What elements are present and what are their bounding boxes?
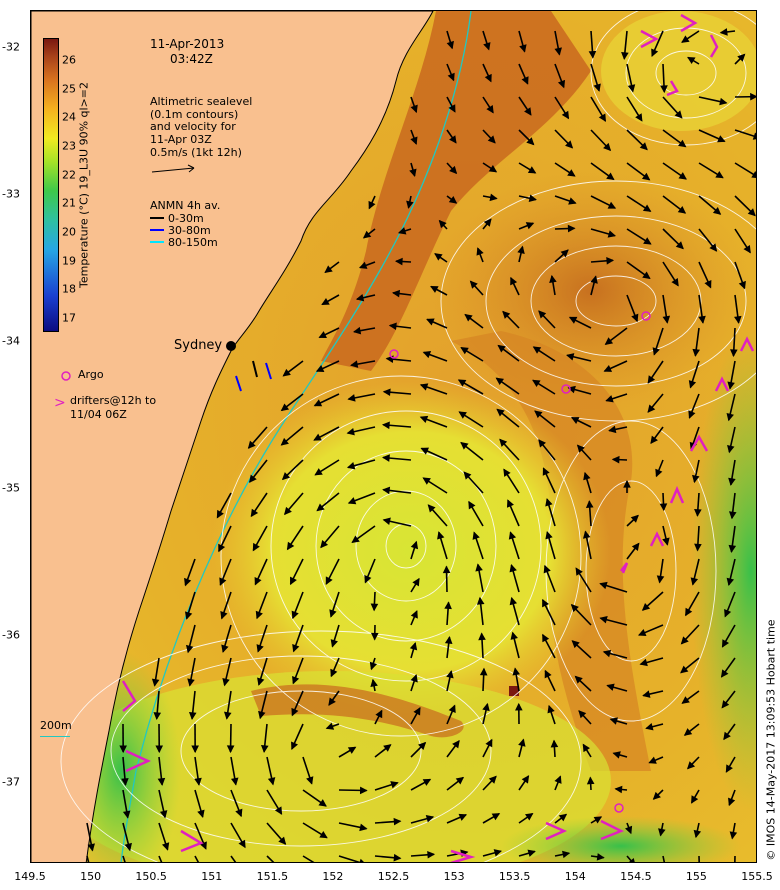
x-tick-label: 151 xyxy=(201,870,223,883)
x-tick-label: 150 xyxy=(80,870,102,883)
x-tick-label: 153 xyxy=(443,870,465,883)
colorbar-tick-label: 25 xyxy=(62,82,76,96)
drifter-legend-icon: > xyxy=(54,395,66,411)
map-date: 11-Apr-2013 xyxy=(150,37,225,51)
anmn-item-shallow: 0-30m xyxy=(150,212,218,225)
colorbar-tick-label: 22 xyxy=(62,168,76,182)
anmn-legend: 0-30m 30-80m 80-150m xyxy=(150,212,218,249)
map-canvas xyxy=(31,11,756,862)
x-tick-label: 149.5 xyxy=(14,870,46,883)
place-label-sydney: Sydney xyxy=(174,338,223,353)
y-tick-label: -33 xyxy=(2,187,20,201)
colorbar-tick-label: 23 xyxy=(62,139,76,153)
colorbar-tick-label: 20 xyxy=(62,225,76,239)
x-tick-label: 155.5 xyxy=(741,870,773,883)
info-block: Altimetric sealevel (0.1m contours) and … xyxy=(150,95,253,159)
map-time: 03:42Z xyxy=(170,52,213,66)
info-line-4: 11-Apr 03Z xyxy=(150,132,212,146)
x-tick-label: 151.5 xyxy=(256,870,289,883)
arrow-black-icon xyxy=(150,217,164,219)
hot-pixel xyxy=(509,686,519,696)
isobath-label: 200m xyxy=(40,719,72,732)
colorbar-tick-label: 24 xyxy=(62,110,76,124)
isobath-legend-line xyxy=(40,736,70,737)
anmn-item-mid: 30-80m xyxy=(150,224,218,237)
info-line-1: Altimetric sealevel xyxy=(150,95,253,108)
y-tick-label: -34 xyxy=(2,334,20,348)
anmn-item-deep: 80-150m xyxy=(150,235,218,249)
y-tick-label: -37 xyxy=(2,775,20,789)
credit-label: © IMOS 14-May-2017 13:09:53 Hobart time xyxy=(764,619,778,861)
argo-legend-label: Argo xyxy=(78,368,104,381)
argo-legend-icon xyxy=(61,371,71,381)
x-tick-label: 152 xyxy=(322,870,344,883)
colorbar xyxy=(43,38,59,332)
anmn-label-deep: 80-150m xyxy=(168,235,218,249)
x-tick-label: 152.5 xyxy=(377,870,410,883)
y-tick-label: -36 xyxy=(2,628,20,642)
arrow-blue-icon xyxy=(150,229,164,231)
colorbar-tick-label: 19 xyxy=(62,254,76,268)
scale-arrow-icon xyxy=(151,164,195,173)
colorbar-title: Temperature (°C) 19_L3U 90% ql>=2 xyxy=(77,81,91,289)
y-tick-label: -32 xyxy=(2,40,20,54)
y-tick-label: -35 xyxy=(2,481,20,495)
colorbar-tick-label: 26 xyxy=(62,53,76,67)
x-tick-label: 150.5 xyxy=(135,870,167,883)
colorbar-tick-label: 18 xyxy=(62,282,76,296)
x-tick-label: 154.5 xyxy=(620,870,652,883)
map-panel xyxy=(30,10,757,863)
info-line-5: 0.5m/s (1kt 12h) xyxy=(150,145,242,159)
x-tick-label: 153.5 xyxy=(498,870,531,883)
x-tick-label: 155 xyxy=(685,870,707,883)
x-tick-label: 154 xyxy=(564,870,586,883)
colorbar-tick-label: 17 xyxy=(62,311,76,325)
arrow-cyan-icon xyxy=(150,241,164,243)
colorbar-tick-label: 21 xyxy=(62,196,76,210)
drifter-legend-line1: drifters@12h to xyxy=(70,394,157,407)
drifter-legend-line2: 11/04 06Z xyxy=(70,408,127,421)
